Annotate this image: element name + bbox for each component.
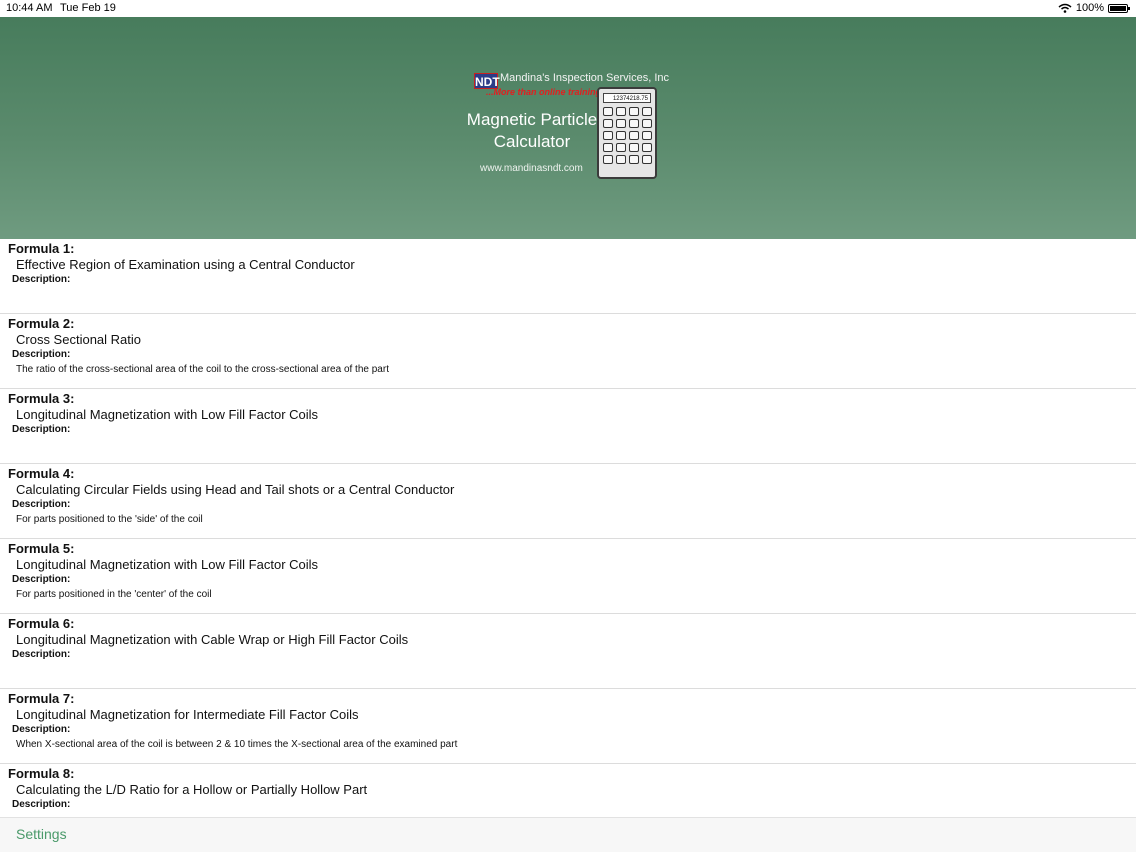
battery-percent: 100% <box>1075 2 1104 14</box>
formula-list: Formula 1: Effective Region of Examinati… <box>0 239 1136 817</box>
formula-title: Longitudinal Magnetization with Cable Wr… <box>16 632 409 647</box>
description-text: When X-sectional area of the coil is bet… <box>16 739 458 750</box>
description-label: Description: <box>12 799 71 810</box>
app-title-line2: Calculator <box>493 132 571 151</box>
formula-title: Calculating the L/D Ratio for a Hollow o… <box>16 782 368 797</box>
status-bar: 10:44 AM Tue Feb 19 100% <box>0 0 1136 17</box>
formula-title: Longitudinal Magnetization with Low Fill… <box>16 557 319 572</box>
formula-title: Longitudinal Magnetization with Low Fill… <box>16 407 319 422</box>
formula-row-1[interactable]: Formula 1: Effective Region of Examinati… <box>0 239 1136 314</box>
status-indicators: 100% <box>1058 2 1130 14</box>
description-text: For parts positioned to the 'side' of th… <box>16 514 203 525</box>
formula-number: Formula 3: <box>8 391 75 406</box>
formula-number: Formula 5: <box>8 541 75 556</box>
formula-row-8[interactable]: Formula 8: Calculating the L/D Ratio for… <box>0 764 1136 817</box>
formula-number: Formula 2: <box>8 316 75 331</box>
company-name: Mandina's Inspection Services, Inc <box>500 72 670 84</box>
formula-number: Formula 6: <box>8 616 75 631</box>
formula-title: Cross Sectional Ratio <box>16 332 141 347</box>
description-label: Description: <box>12 424 71 435</box>
description-label: Description: <box>12 649 71 660</box>
formula-row-4[interactable]: Formula 4: Calculating Circular Fields u… <box>0 464 1136 539</box>
description-label: Description: <box>12 499 71 510</box>
website-url: www.mandinasndt.com <box>480 163 583 174</box>
calculator-display: 12374218.75 <box>603 93 651 103</box>
formula-number: Formula 4: <box>8 466 75 481</box>
wifi-icon <box>1058 3 1072 13</box>
formula-row-2[interactable]: Formula 2: Cross Sectional Ratio Descrip… <box>0 314 1136 389</box>
description-text: The ratio of the cross-sectional area of… <box>16 364 389 375</box>
header-banner: NDT Mandina's Inspection Services, Inc .… <box>0 17 1136 239</box>
description-text: For parts positioned in the 'center' of … <box>16 589 212 600</box>
description-label: Description: <box>12 724 71 735</box>
formula-row-5[interactable]: Formula 5: Longitudinal Magnetization wi… <box>0 539 1136 614</box>
battery-icon <box>1108 3 1130 13</box>
formula-row-3[interactable]: Formula 3: Longitudinal Magnetization wi… <box>0 389 1136 464</box>
formula-number: Formula 7: <box>8 691 75 706</box>
app-title: Magnetic Particle Calculator <box>464 109 600 153</box>
formula-row-7[interactable]: Formula 7: Longitudinal Magnetization fo… <box>0 689 1136 764</box>
formula-title: Effective Region of Examination using a … <box>16 257 355 272</box>
description-label: Description: <box>12 274 71 285</box>
status-date: Tue Feb 19 <box>60 2 116 14</box>
formula-row-6[interactable]: Formula 6: Longitudinal Magnetization wi… <box>0 614 1136 689</box>
status-time: 10:44 AM <box>6 2 53 14</box>
formula-number: Formula 8: <box>8 766 75 781</box>
company-tagline: ...More than online training <box>486 87 602 97</box>
formula-title: Longitudinal Magnetization for Intermedi… <box>16 707 359 722</box>
app-title-line1: Magnetic Particle <box>466 110 598 129</box>
formula-number: Formula 1: <box>8 241 75 256</box>
description-label: Description: <box>12 349 71 360</box>
formula-title: Calculating Circular Fields using Head a… <box>16 482 455 497</box>
bottom-toolbar: Settings <box>0 817 1136 852</box>
calculator-icon: 12374218.75 <box>597 87 657 179</box>
settings-button[interactable]: Settings <box>16 826 67 842</box>
description-label: Description: <box>12 574 71 585</box>
calculator-keys <box>603 107 652 164</box>
